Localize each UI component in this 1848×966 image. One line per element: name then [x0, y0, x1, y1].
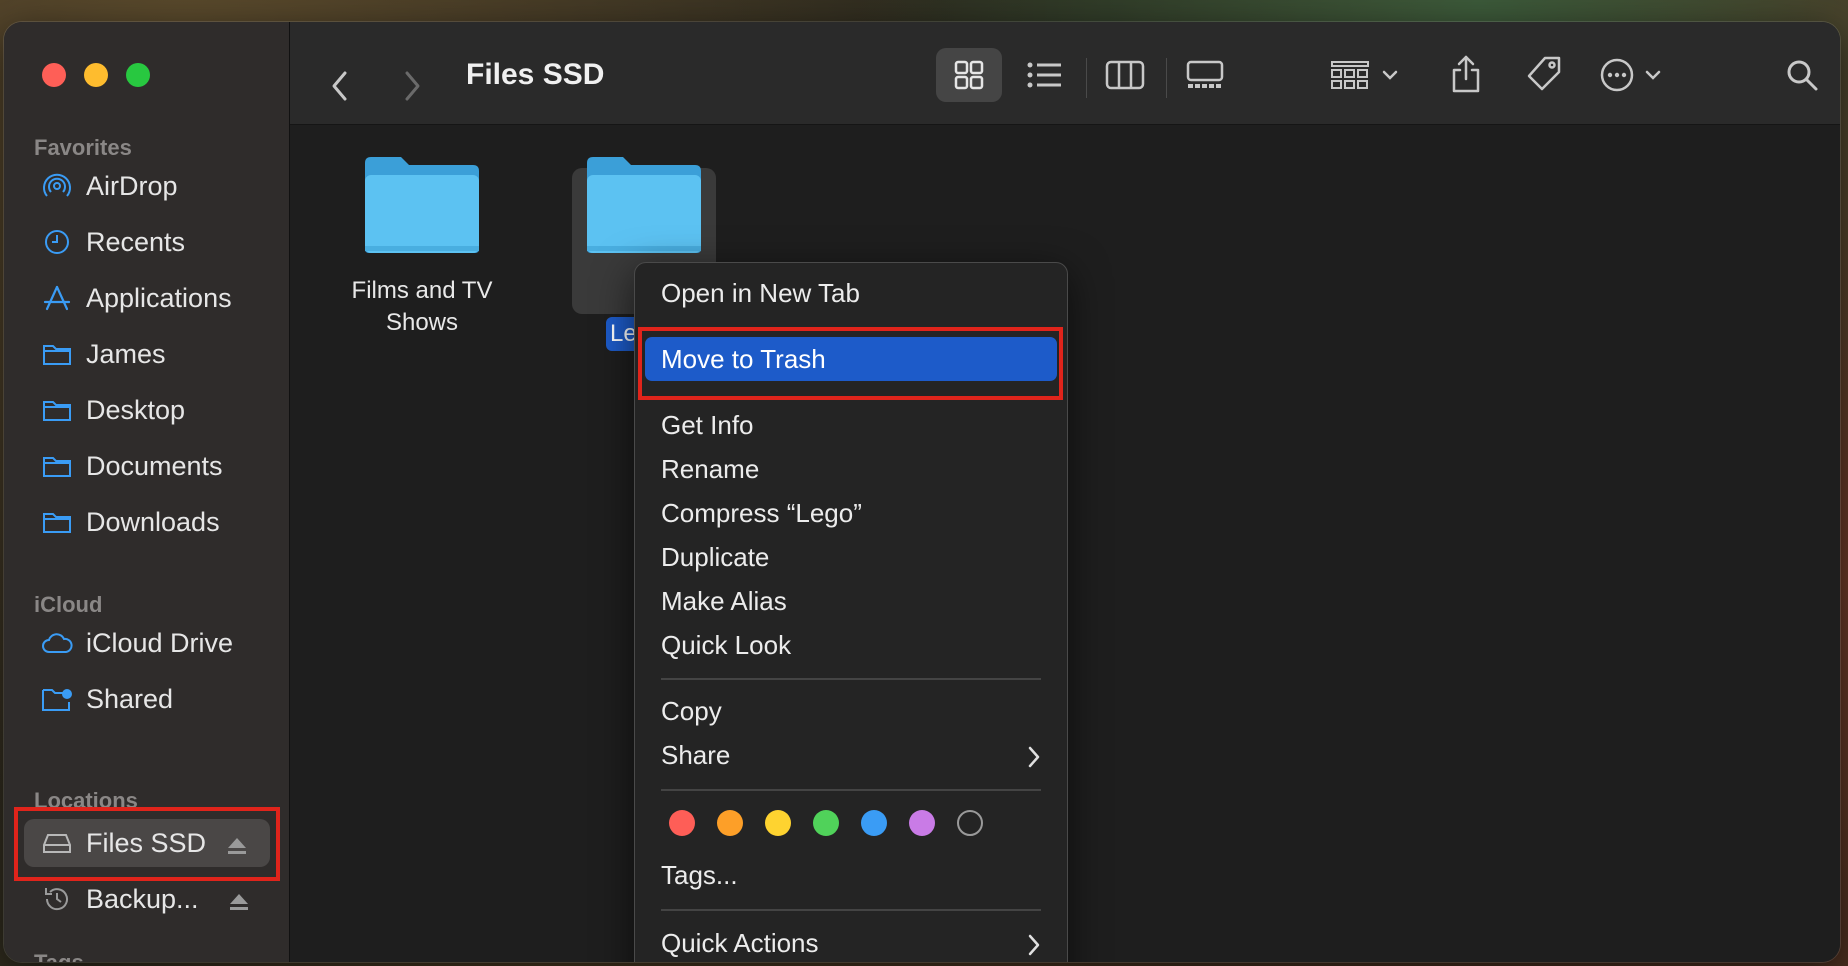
folder-lego[interactable]: [544, 153, 744, 255]
sidebar-item-label: Downloads: [86, 506, 220, 537]
sidebar-item-label: Applications: [86, 282, 232, 313]
context-menu: Open in New Tab Move to Trash Get Info R…: [634, 262, 1068, 962]
menu-item-quick-look[interactable]: Quick Look: [661, 623, 791, 667]
folder-label: Shows: [385, 309, 459, 336]
shared-folder-icon: [40, 682, 74, 716]
menu-item-get-info[interactable]: Get Info: [661, 403, 754, 447]
tag-gray[interactable]: [957, 810, 983, 836]
more-icon[interactable]: [1594, 48, 1674, 102]
menu-separator: [661, 678, 1041, 680]
applications-icon: [40, 281, 74, 315]
menu-item-duplicate[interactable]: Duplicate: [661, 535, 769, 579]
menu-item-rename[interactable]: Rename: [661, 447, 759, 491]
menu-item-open-in-new-tab[interactable]: Open in New Tab: [661, 271, 860, 315]
sidebar-item-desktop[interactable]: Desktop: [16, 386, 272, 434]
group-icon[interactable]: [1320, 48, 1410, 102]
sidebar-item-label: AirDrop: [86, 170, 178, 201]
icon-view-icon[interactable]: [936, 48, 1002, 102]
icloud-heading: iCloud: [34, 592, 103, 617]
sidebar-item-downloads[interactable]: Downloads: [16, 498, 272, 546]
folder-icon: [322, 153, 522, 255]
menu-item-compress[interactable]: Compress “Lego”: [661, 491, 862, 535]
time-machine-icon: [40, 882, 74, 916]
favorites-heading: Favorites: [34, 135, 132, 160]
menu-separator: [661, 909, 1041, 911]
sidebar-item-backup[interactable]: Backup...: [16, 875, 272, 923]
sidebar: Favorites AirDrop Recents Applications J…: [4, 22, 290, 962]
airdrop-icon: [40, 169, 74, 203]
tag-orange[interactable]: [717, 810, 743, 836]
menu-item-label: Quick Actions: [661, 928, 819, 958]
share-icon[interactable]: [1438, 46, 1494, 102]
sidebar-item-applications[interactable]: Applications: [16, 274, 272, 322]
column-view-icon[interactable]: [1092, 48, 1158, 102]
tag-yellow[interactable]: [765, 810, 791, 836]
search-icon[interactable]: [1774, 48, 1830, 102]
tag-icon[interactable]: [1516, 46, 1572, 102]
tag-purple[interactable]: [909, 810, 935, 836]
sidebar-item-james[interactable]: James: [16, 330, 272, 378]
finder-window: Favorites AirDrop Recents Applications J…: [4, 22, 1840, 962]
window-controls: [42, 63, 150, 87]
menu-item-share[interactable]: Share: [661, 733, 1041, 777]
tag-green[interactable]: [813, 810, 839, 836]
eject-icon[interactable]: [228, 888, 250, 919]
sidebar-item-documents[interactable]: Documents: [16, 442, 272, 490]
chevron-right-icon: [1027, 733, 1041, 777]
minimize-button[interactable]: [84, 63, 108, 87]
toolbar: Files SSD: [290, 22, 1840, 125]
folder-label: Films and TV: [351, 277, 493, 304]
forward-icon[interactable]: [402, 70, 422, 102]
highlight-box: [638, 327, 1063, 400]
menu-item-tags[interactable]: Tags...: [661, 853, 738, 897]
tag-red[interactable]: [669, 810, 695, 836]
sidebar-item-airdrop[interactable]: AirDrop: [16, 162, 272, 210]
folder-icon: [544, 153, 744, 255]
sidebar-item-label: Shared: [86, 683, 174, 714]
toolbar-divider: [1166, 58, 1167, 98]
sidebar-item-icloud-drive[interactable]: iCloud Drive: [16, 619, 272, 667]
highlight-box: [14, 807, 280, 881]
list-view-icon[interactable]: [1012, 48, 1078, 102]
folder-icon: [40, 505, 74, 539]
gallery-view-icon[interactable]: [1172, 48, 1238, 102]
menu-item-quick-actions[interactable]: Quick Actions: [661, 921, 1041, 962]
folder-films-and-tv-shows[interactable]: Films and TV Shows: [322, 153, 522, 339]
menu-separator: [661, 789, 1041, 791]
folder-icon: [40, 337, 74, 371]
sidebar-item-shared[interactable]: Shared: [16, 675, 272, 723]
folder-icon: [40, 449, 74, 483]
sidebar-item-label: Backup...: [86, 883, 199, 914]
sidebar-item-label: Desktop: [86, 394, 186, 425]
close-button[interactable]: [42, 63, 66, 87]
menu-item-copy[interactable]: Copy: [661, 689, 722, 733]
sidebar-item-label: James: [86, 338, 166, 369]
tags-heading: Tags: [34, 950, 84, 962]
cloud-icon: [40, 626, 74, 660]
chevron-right-icon: [1027, 921, 1041, 962]
window-title: Files SSD: [466, 58, 605, 91]
folder-icon: [40, 393, 74, 427]
sidebar-item-label: Documents: [86, 450, 223, 481]
menu-item-make-alias[interactable]: Make Alias: [661, 579, 787, 623]
sidebar-item-label: iCloud Drive: [86, 627, 234, 658]
zoom-button[interactable]: [126, 63, 150, 87]
sidebar-item-label: Recents: [86, 226, 186, 257]
toolbar-divider: [1086, 58, 1087, 98]
tag-blue[interactable]: [861, 810, 887, 836]
sidebar-item-recents[interactable]: Recents: [16, 218, 272, 266]
back-icon[interactable]: [330, 70, 350, 102]
menu-item-label: Share: [661, 740, 731, 770]
clock-icon: [40, 225, 74, 259]
